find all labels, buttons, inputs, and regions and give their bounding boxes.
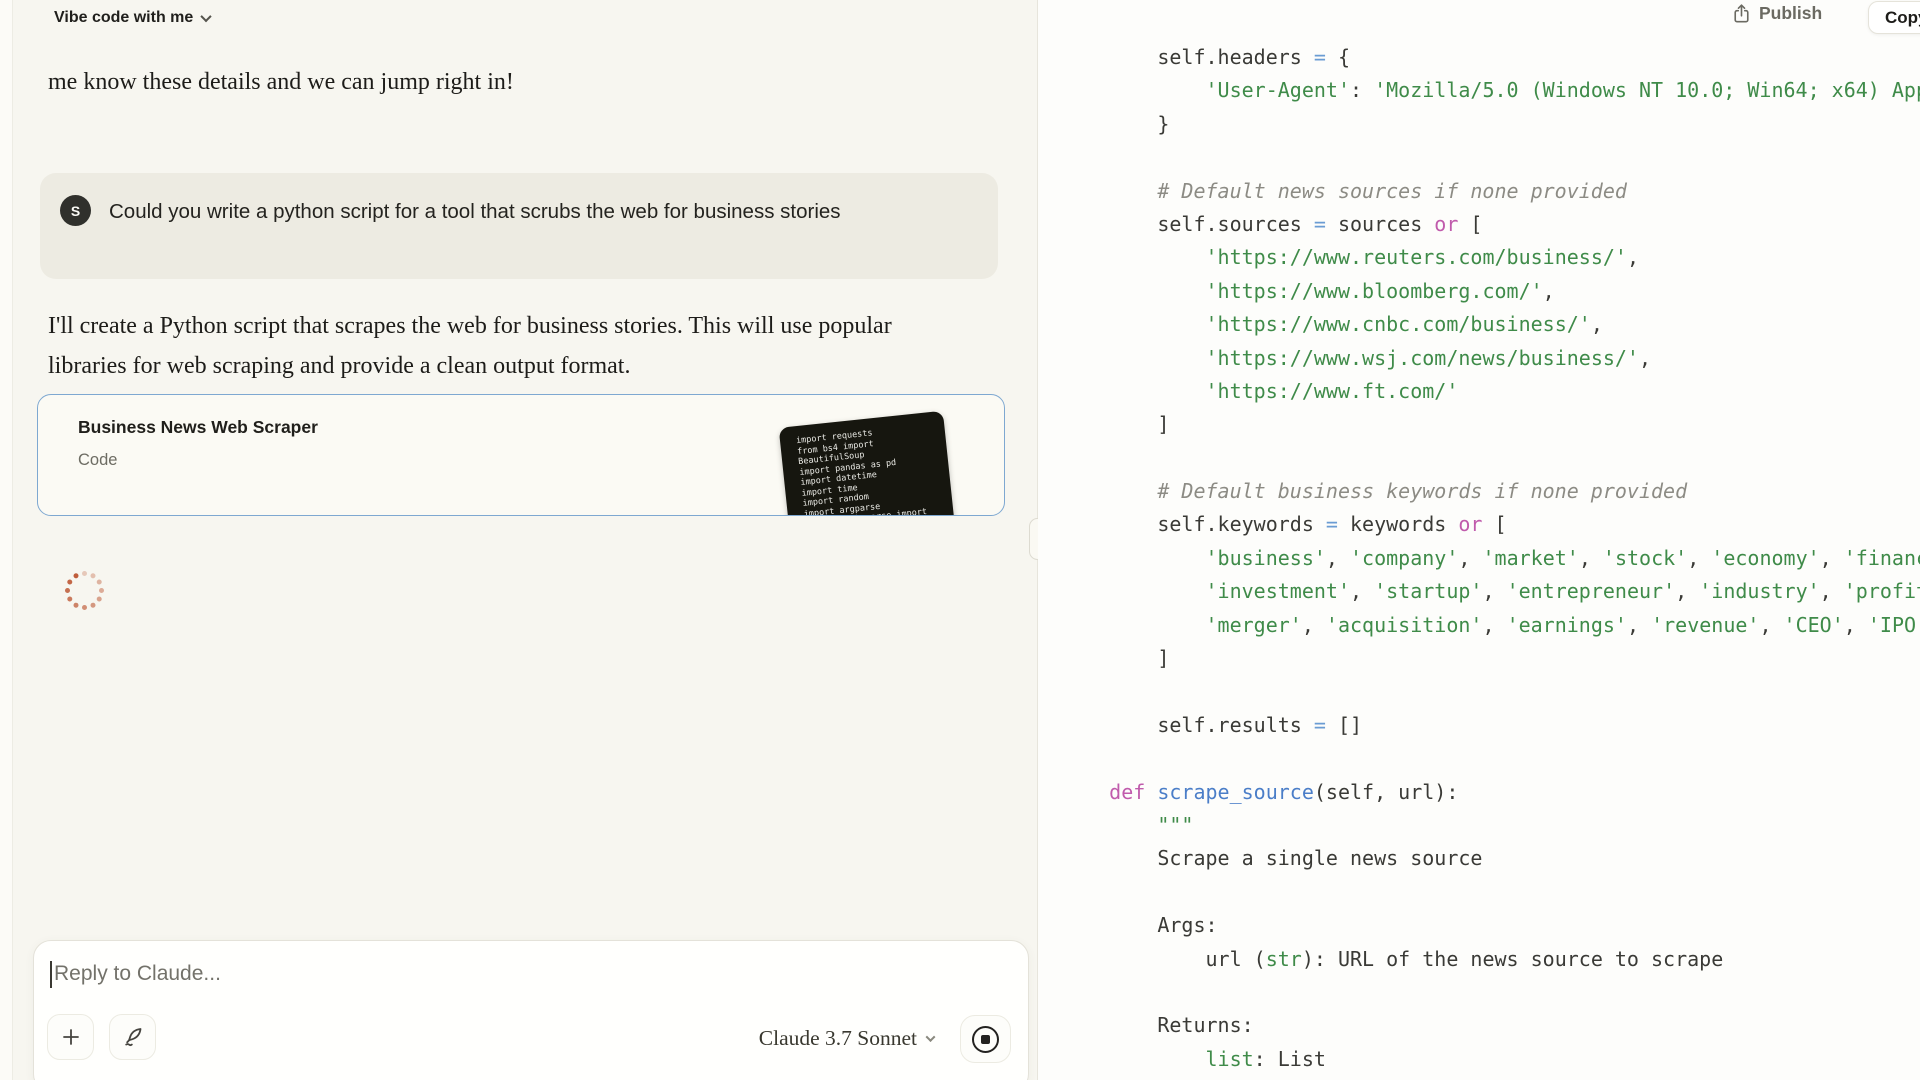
- artifact-code-panel: Publish Copy self.headers = { 'User-Agen…: [1038, 0, 1920, 1080]
- reply-composer: Reply to Claude... Claude 3.7 Sonnet: [33, 940, 1029, 1080]
- artifact-title: Business News Web Scraper: [78, 417, 318, 437]
- writing-tools-button[interactable]: [109, 1014, 156, 1060]
- code-line: """: [1157, 812, 1194, 837]
- code-line: 'User-Agent': 'Mozilla/5.0 (Windows NT 1…: [1205, 78, 1920, 103]
- code-line: 'business', 'company', 'market', 'stock'…: [1205, 545, 1920, 570]
- artifact-type-label: Code: [78, 451, 118, 469]
- code-line: 'https://www.ft.com/': [1205, 378, 1459, 403]
- artifact-code-thumbnail: import requests from bs4 import BeautifulS…: [778, 410, 957, 515]
- chevron-down-icon: [925, 1031, 936, 1042]
- stop-icon: [972, 1025, 999, 1053]
- chevron-down-icon: [200, 10, 212, 23]
- code-line: 'https://www.cnbc.com/business/',: [1205, 312, 1603, 337]
- text-caret: [50, 960, 52, 988]
- code-line: self.sources = sources or [: [1061, 211, 1483, 236]
- stop-generation-button[interactable]: [960, 1015, 1011, 1063]
- code-line: Scrape a single news source: [1061, 846, 1483, 871]
- conversation-title: Vibe code with me: [54, 9, 194, 26]
- code-line: self.headers = {: [1061, 45, 1351, 69]
- user-message-bubble: S Could you write a python script for a …: [40, 173, 998, 279]
- code-line: url (str): URL of the news source to scr…: [1061, 946, 1724, 971]
- publish-label: Publish: [1759, 3, 1823, 23]
- previous-message-tail: me know these details and we can jump ri…: [48, 69, 514, 95]
- attach-button[interactable]: [47, 1014, 94, 1060]
- quill-icon: [124, 1028, 141, 1047]
- code-line: def scrape_source(self, url):: [1109, 779, 1459, 804]
- code-line: ]: [1061, 646, 1170, 671]
- loading-spinner: [63, 569, 105, 611]
- code-line: self.results = []: [1061, 712, 1363, 737]
- code-line: 'https://www.bloomberg.com/',: [1205, 278, 1555, 303]
- code-line: 'https://www.reuters.com/business/',: [1205, 245, 1639, 270]
- sidebar-edge[interactable]: [0, 0, 13, 1080]
- user-message-text: Could you write a python script for a to…: [109, 200, 841, 223]
- chat-panel: Vibe code with me me know these details …: [13, 0, 1037, 1080]
- reply-input[interactable]: Reply to Claude...: [50, 957, 990, 991]
- code-line: 'https://www.wsj.com/news/business/',: [1205, 345, 1652, 370]
- model-selector[interactable]: Claude 3.7 Sonnet: [734, 1021, 936, 1055]
- reply-placeholder: Reply to Claude...: [54, 962, 221, 985]
- copy-button[interactable]: Copy: [1868, 1, 1920, 34]
- avatar: S: [60, 195, 91, 226]
- code-line: 'merger', 'acquisition', 'earnings', 're…: [1205, 612, 1920, 637]
- code-line: 'investment', 'startup', 'entrepreneur',…: [1205, 579, 1920, 604]
- code-line: Returns:: [1061, 1013, 1254, 1038]
- model-name: Claude 3.7 Sonnet: [758, 1025, 917, 1050]
- code-line: self.keywords = keywords or [: [1061, 512, 1507, 537]
- code-line: # Default business keywords if none prov…: [1061, 479, 1688, 504]
- conversation-title-dropdown[interactable]: Vibe code with me: [48, 5, 216, 31]
- share-icon: [1734, 4, 1749, 23]
- code-line: list: List: [1205, 1046, 1326, 1071]
- artifact-card[interactable]: Business News Web Scraper Code import re…: [37, 394, 1005, 516]
- code-line: # Default news sources if none provided: [1061, 178, 1627, 203]
- code-viewer[interactable]: self.headers = { 'User-Agent': 'Mozilla/…: [1061, 41, 1920, 1080]
- artifact-panel-header: Publish Copy: [1038, 0, 1920, 40]
- code-line: Args:: [1061, 913, 1218, 938]
- assistant-message-text: I'll create a Python script that scrapes…: [48, 313, 892, 379]
- plus-icon: [62, 1029, 79, 1045]
- code-line: }: [1061, 111, 1170, 136]
- publish-button[interactable]: Publish: [1732, 3, 1822, 24]
- code-line: ]: [1061, 412, 1170, 437]
